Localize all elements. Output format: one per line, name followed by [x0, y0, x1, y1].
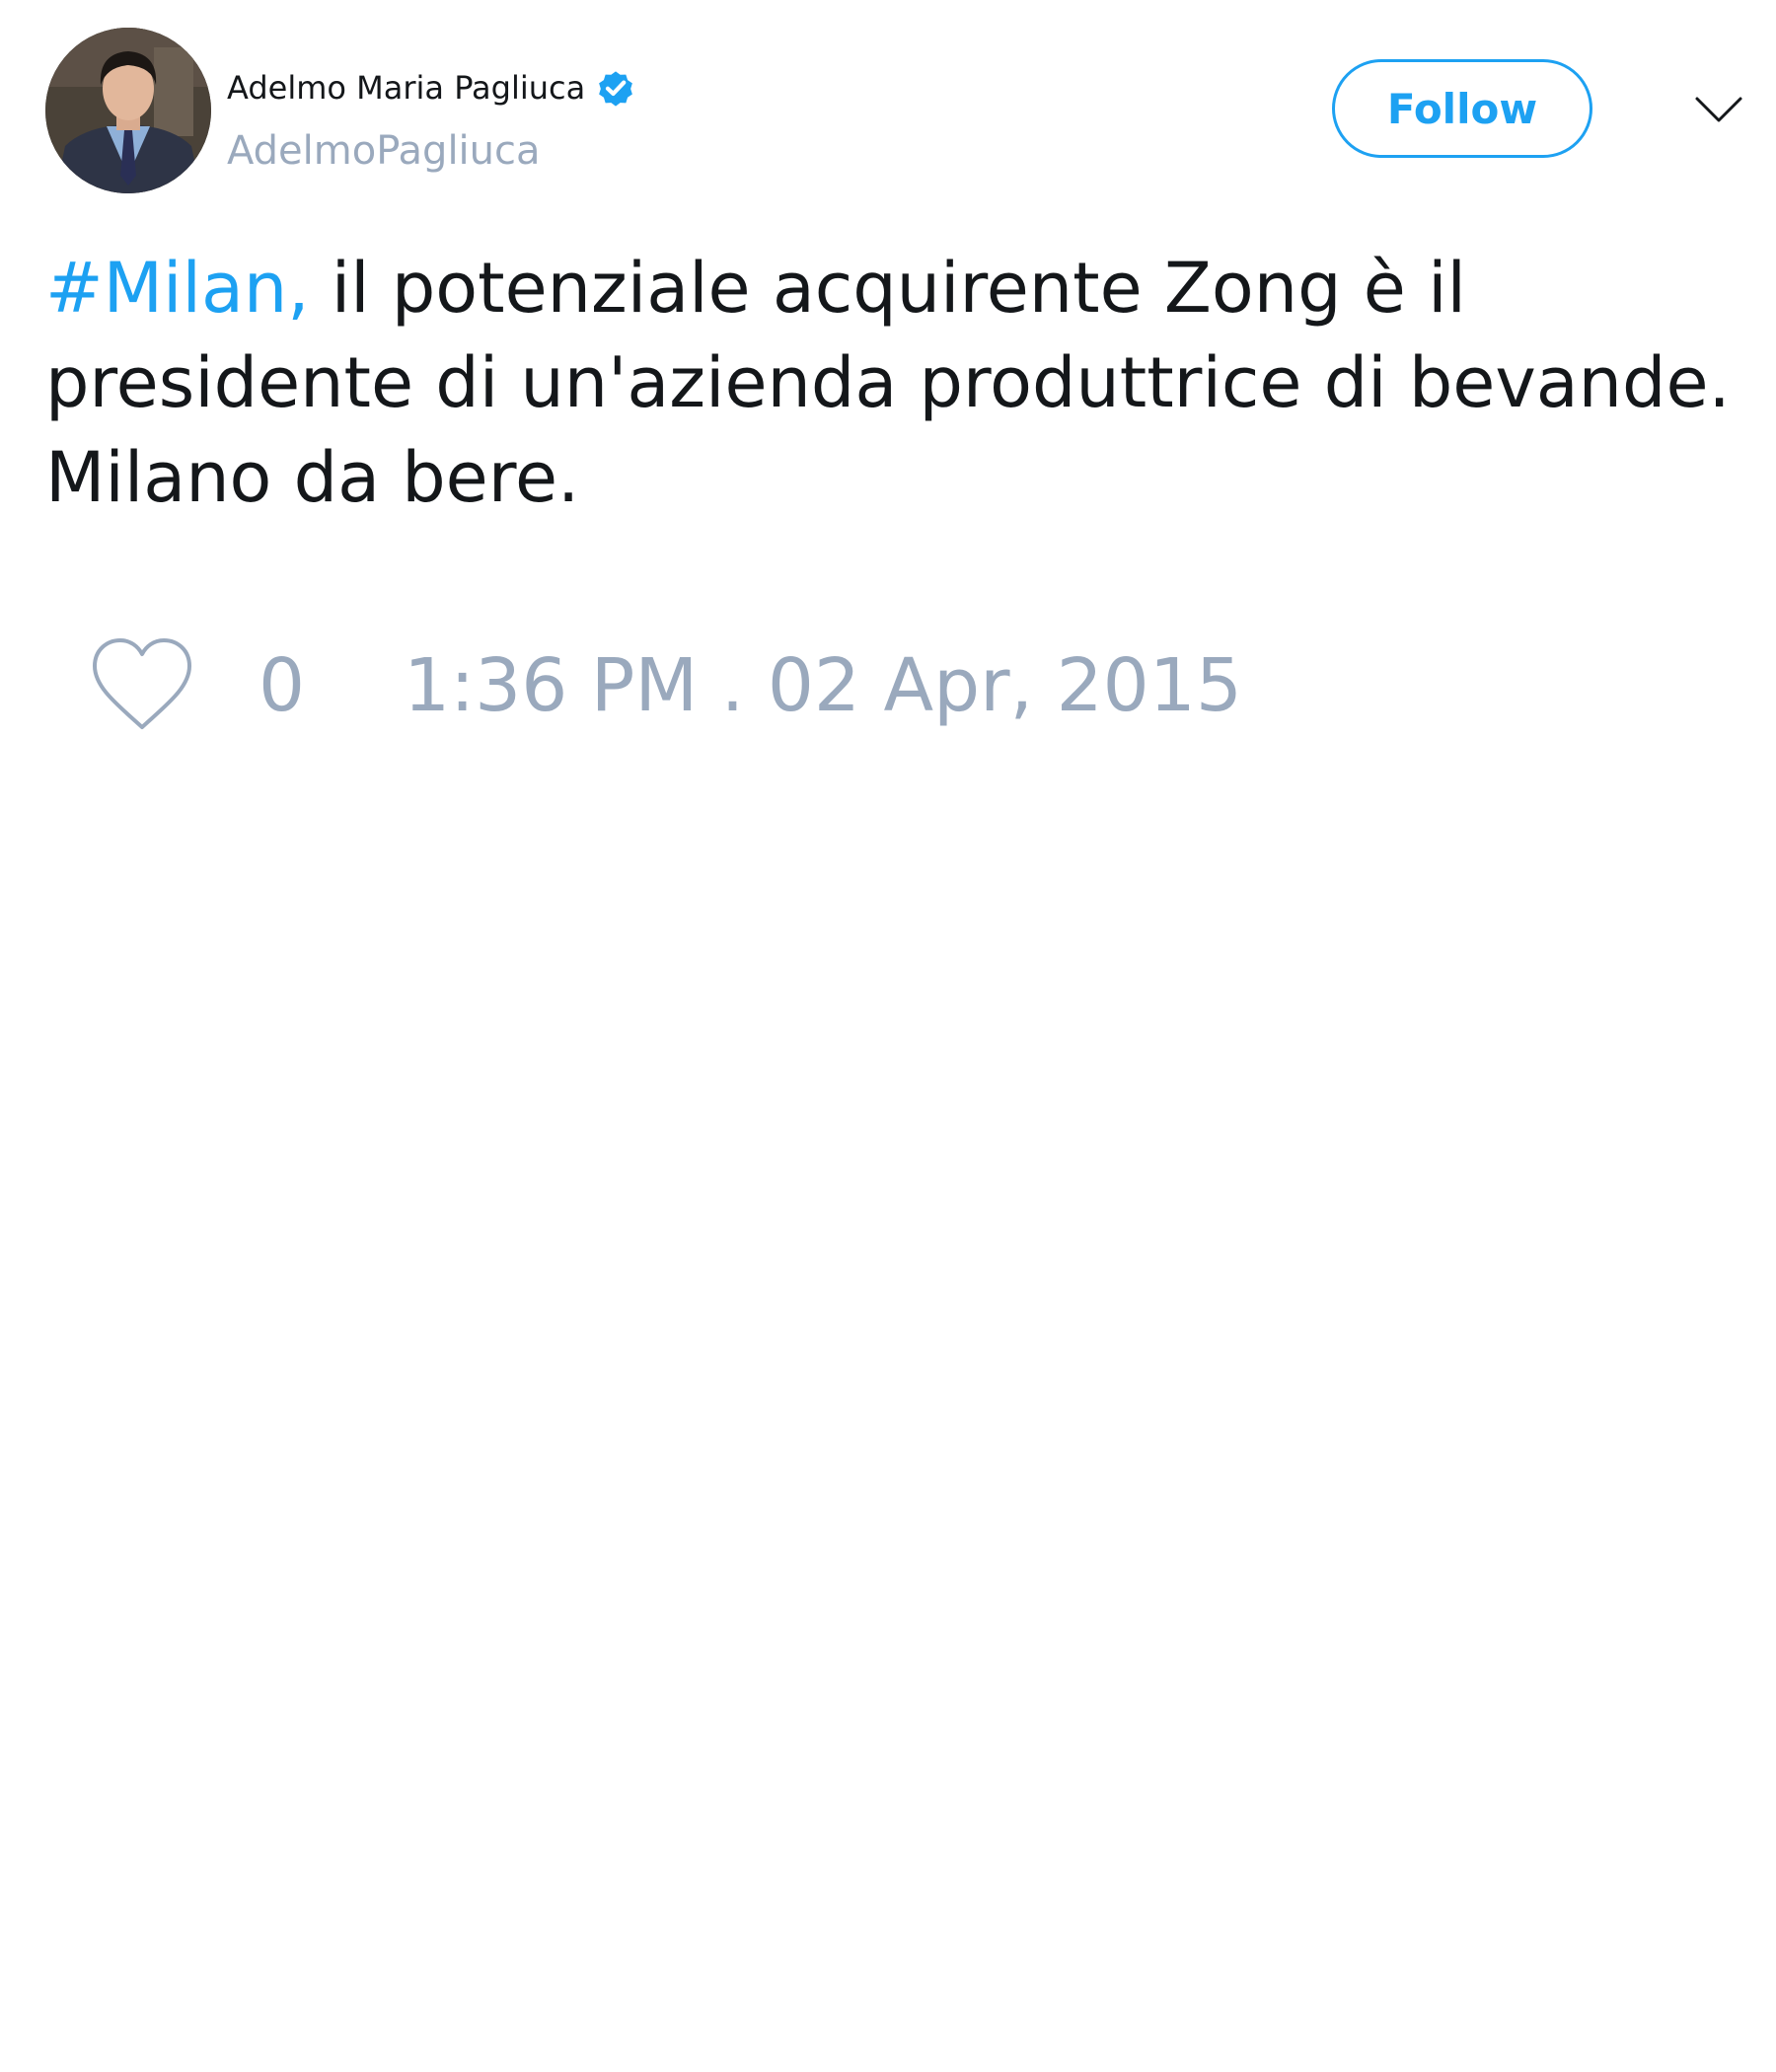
heart-icon[interactable] — [89, 636, 195, 735]
chevron-down-icon[interactable] — [1693, 89, 1744, 128]
hashtag-link[interactable]: #Milan, — [45, 248, 309, 329]
verified-badge-icon — [599, 71, 633, 107]
avatar[interactable] — [45, 28, 211, 193]
avatar-photo — [45, 28, 211, 193]
like-count: 0 — [259, 643, 306, 728]
author-name-row[interactable]: Adelmo Maria Pagliuca — [227, 65, 638, 111]
tweet-card: Adelmo Maria Pagliuca AdelmoPagliuca Fol… — [0, 0, 1776, 2072]
follow-button[interactable]: Follow — [1332, 59, 1592, 158]
author-handle[interactable]: AdelmoPagliuca — [227, 128, 541, 174]
author-display-name[interactable]: Adelmo Maria Pagliuca — [227, 69, 585, 107]
tweet-timestamp[interactable]: 1:36 PM . 02 Apr, 2015 — [404, 643, 1242, 728]
tweet-footer: 0 1:36 PM . 02 Apr, 2015 — [89, 631, 1242, 740]
tweet-text: #Milan, il potenziale acquirente Zong è … — [45, 241, 1742, 525]
